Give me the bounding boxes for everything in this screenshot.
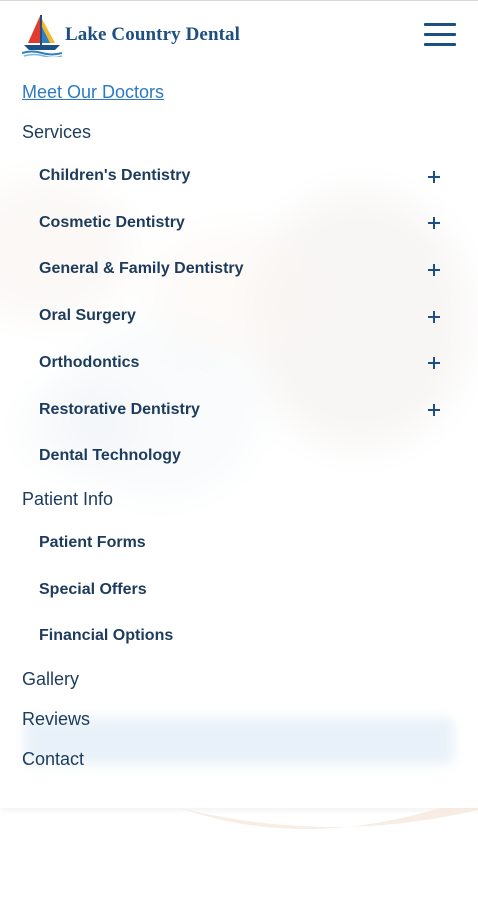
expand-plus-icon[interactable]	[428, 215, 444, 231]
nav-item-services[interactable]: Services	[22, 122, 91, 143]
nav-item-patient-info[interactable]: Patient Info	[22, 489, 113, 510]
nav-item-reviews[interactable]: Reviews	[22, 709, 90, 730]
expand-plus-icon[interactable]	[428, 262, 444, 278]
expand-plus-icon[interactable]	[428, 355, 444, 371]
nav-item-meet-our-doctors[interactable]: Meet Our Doctors	[22, 82, 164, 103]
nav-subitem-special-offers[interactable]: Special Offers	[39, 581, 147, 599]
nav-subitem-general-family-dentistry[interactable]: General & Family Dentistry	[39, 260, 244, 278]
logo-text: Lake Country Dental	[65, 24, 241, 45]
expand-plus-icon[interactable]	[428, 169, 444, 185]
nav-subitem-restorative-dentistry[interactable]: Restorative Dentistry	[39, 401, 200, 419]
expand-plus-icon[interactable]	[428, 402, 444, 418]
nav-subitem-dental-technology[interactable]: Dental Technology	[39, 447, 181, 465]
site-header: Lake Country Dental	[0, 0, 478, 70]
sailboat-logo-icon	[22, 15, 62, 57]
nav-subitem-orthodontics[interactable]: Orthodontics	[39, 354, 139, 372]
nav-item-contact[interactable]: Contact	[22, 749, 84, 770]
nav-subitem-financial-options[interactable]: Financial Options	[39, 627, 173, 645]
nav-item-gallery[interactable]: Gallery	[22, 669, 79, 690]
decorative-wave	[180, 808, 478, 829]
nav-subitem-patient-forms[interactable]: Patient Forms	[39, 534, 146, 552]
nav-subitem-childrens-dentistry[interactable]: Children's Dentistry	[39, 167, 190, 185]
expand-plus-icon[interactable]	[428, 309, 444, 325]
nav-subitem-cosmetic-dentistry[interactable]: Cosmetic Dentistry	[39, 214, 185, 232]
logo[interactable]: Lake Country Dental	[22, 13, 240, 57]
nav-subitem-oral-surgery[interactable]: Oral Surgery	[39, 307, 136, 325]
hamburger-menu-icon[interactable]	[424, 21, 456, 49]
